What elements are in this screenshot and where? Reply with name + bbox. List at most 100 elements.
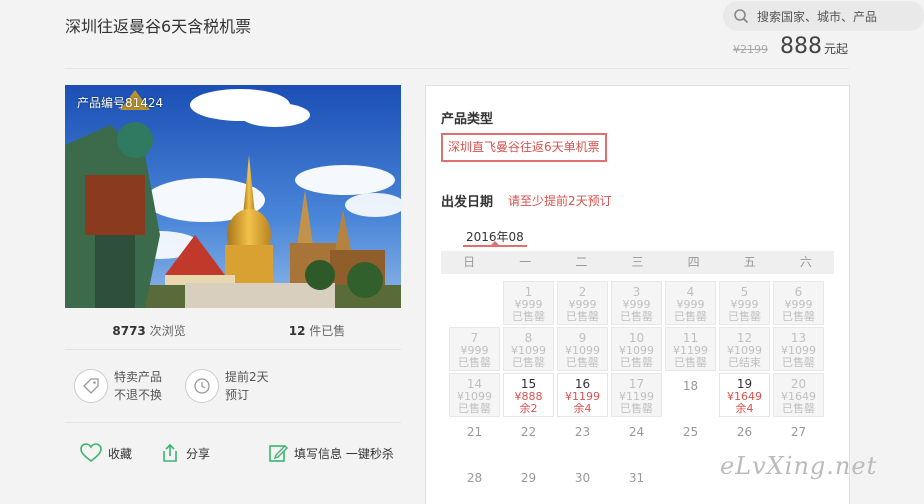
feature-advance-booking: 提前2天 预订 [185, 368, 269, 404]
calendar-day: 10 ¥1099 已售罄 [611, 327, 662, 371]
weekday-tue: 二 [575, 255, 588, 269]
product-code: 产品编号81424 [77, 96, 164, 110]
departure-date-label: 出发日期 [441, 195, 494, 210]
day-number: 18 [682, 379, 699, 393]
day-status: 已售罄 [512, 356, 545, 369]
day-number: 11 [682, 331, 699, 345]
day-number: 2 [578, 285, 587, 299]
calendar-day: 12 ¥1099 已结束 [719, 327, 770, 371]
calendar-day: 18 [665, 373, 716, 417]
day-number: 29 [520, 471, 537, 485]
weekday-sun: 日 [463, 255, 476, 269]
calendar-day: 3 ¥999 已售罄 [611, 281, 662, 325]
search-placeholder: 搜索国家、城市、产品 [757, 9, 878, 24]
day-number: 14 [466, 377, 483, 391]
day-number: 7 [470, 331, 479, 345]
day-number: 21 [466, 425, 483, 439]
calendar-day: 13 ¥1099 已售罄 [773, 327, 824, 371]
price-unit: 元起 [824, 42, 849, 56]
product-photo: 产品编号81424 [65, 85, 401, 308]
search-box[interactable]: 搜索国家、城市、产品 [723, 1, 924, 31]
product-type-label: 产品类型 [441, 112, 494, 127]
day-number: 31 [628, 471, 645, 485]
day-status: 余4 [573, 402, 592, 415]
booking-panel: 产品类型 深圳直飞曼谷往返6天单机票 出发日期 请至少提前2天预订 2016年0… [425, 85, 850, 504]
calendar-day: 25 [665, 419, 716, 463]
page-title: 深圳往返曼谷6天含税机票 [65, 17, 252, 36]
heart-icon [80, 443, 102, 463]
calendar-day[interactable]: 16 ¥1199 余4 [557, 373, 608, 417]
day-number: 28 [466, 471, 483, 485]
sale-price: 888 [780, 34, 822, 59]
day-number: 25 [682, 425, 699, 439]
calendar-day[interactable]: 15 ¥888 余2 [503, 373, 554, 417]
temple-image [65, 85, 401, 308]
calendar-day: 8 ¥1099 已售罄 [503, 327, 554, 371]
calendar-day: 20 ¥1649 已售罄 [773, 373, 824, 417]
day-number: 5 [740, 285, 749, 299]
day-number: 12 [736, 331, 753, 345]
share-icon [163, 443, 177, 462]
view-count: 8773 次浏览 [112, 324, 186, 338]
day-status: 已售罄 [620, 310, 653, 323]
search-icon [734, 9, 749, 24]
weekday-sat: 六 [799, 255, 812, 269]
day-status: 已售罄 [782, 356, 815, 369]
day-status: 余4 [735, 402, 754, 415]
share-button[interactable]: 分享 [160, 443, 210, 463]
weekday-fri: 五 [743, 255, 756, 269]
day-number: 4 [686, 285, 695, 299]
day-status: 已售罄 [512, 310, 545, 323]
day-number: 16 [574, 377, 591, 391]
month-tab-underline [463, 245, 527, 247]
feature-special-sale: 特卖产品 不退不换 [74, 368, 162, 404]
day-number: 8 [524, 331, 533, 345]
day-status: 已售罄 [782, 402, 815, 415]
weekday-wed: 三 [631, 255, 644, 269]
watermark: eLvXing.net [720, 452, 878, 480]
day-status: 已售罄 [458, 402, 491, 415]
calendar-day: 29 [503, 465, 554, 504]
product-type-option[interactable]: 深圳直飞曼谷往返6天单机票 [441, 133, 607, 162]
weekday-mon: 一 [519, 255, 532, 269]
day-number: 17 [628, 377, 645, 391]
weekday-header: 日 一 二 三 四 五 六 [441, 251, 834, 274]
calendar-day: 23 [557, 419, 608, 463]
stats-divider [65, 349, 401, 350]
day-status: 已售罄 [566, 310, 599, 323]
edit-icon [269, 445, 288, 462]
day-status: 已售罄 [674, 310, 707, 323]
price-block: ¥2199 888 元起 [733, 34, 848, 59]
sold-count: 12 件已售 [288, 324, 346, 338]
weekday-thu: 四 [687, 255, 700, 269]
day-number: 23 [574, 425, 591, 439]
day-number: 26 [736, 425, 753, 439]
day-number: 1 [524, 285, 533, 299]
clock-icon [185, 369, 219, 403]
calendar-day: 17 ¥1199 已售罄 [611, 373, 662, 417]
day-status: 已售罄 [728, 310, 761, 323]
calendar-day: 11 ¥1199 已售罄 [665, 327, 716, 371]
features-divider [65, 422, 401, 423]
product-stats: 8773 次浏览 12 件已售 [65, 322, 401, 339]
favorite-button[interactable]: 收藏 [80, 443, 132, 463]
fill-info-button[interactable]: 填写信息 一键秒杀 [268, 443, 394, 463]
booking-note: 请至少提前2天预订 [508, 194, 612, 208]
day-status: 已售罄 [620, 356, 653, 369]
calendar-day: 21 [449, 419, 500, 463]
day-status: 已售罄 [458, 356, 491, 369]
day-status: 已售罄 [566, 356, 599, 369]
calendar-day: 6 ¥999 已售罄 [773, 281, 824, 325]
original-price: ¥2199 [733, 43, 768, 56]
day-number: 30 [574, 471, 591, 485]
calendar-day: 28 [449, 465, 500, 504]
calendar-day: 7 ¥999 已售罄 [449, 327, 500, 371]
calendar-day[interactable]: 19 ¥1649 余4 [719, 373, 770, 417]
calendar-day: 22 [503, 419, 554, 463]
day-status: 已结束 [728, 356, 761, 369]
day-number: 9 [578, 331, 587, 345]
calendar-cell-empty [449, 281, 500, 325]
calendar-day: 24 [611, 419, 662, 463]
calendar-day: 4 ¥999 已售罄 [665, 281, 716, 325]
calendar-day: 31 [611, 465, 662, 504]
